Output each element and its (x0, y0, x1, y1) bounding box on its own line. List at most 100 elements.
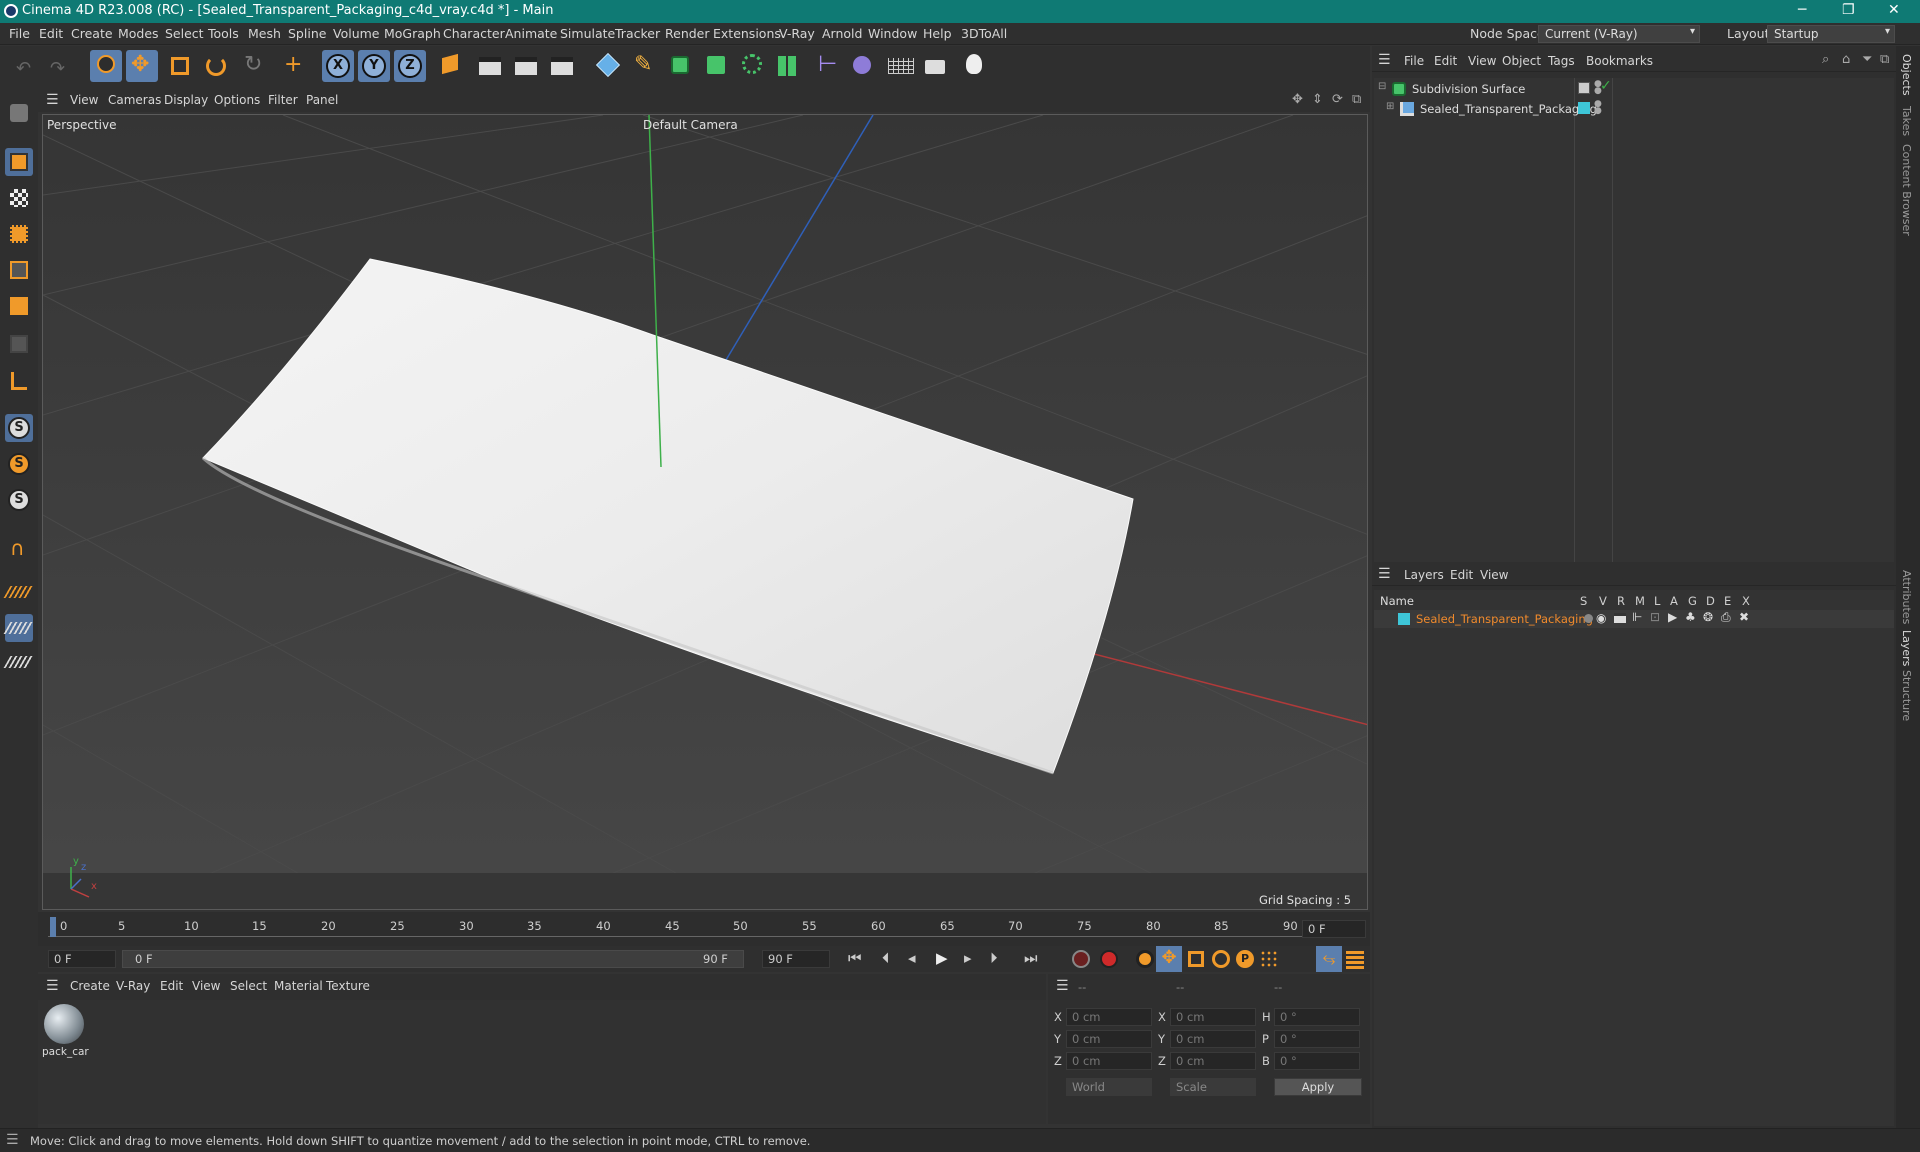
layer-row[interactable]: Sealed_Transparent_Packaging ◉ ⊩ ⊡ ▶ ♣ ❂… (1374, 610, 1894, 628)
timeline-icon[interactable] (1346, 949, 1364, 969)
menu-extensions[interactable]: Extensions (713, 26, 781, 41)
menu-mesh[interactable]: Mesh (248, 26, 281, 41)
coordinates-hamburger-icon[interactable]: ☰ (1056, 978, 1069, 994)
objects-menu-bookmarks[interactable]: Bookmarks (1586, 54, 1653, 68)
viewport-menu-view[interactable]: View (70, 93, 98, 107)
objects-hamburger-icon[interactable]: ☰ (1378, 52, 1391, 68)
layer-deformers-icon[interactable]: ❂ (1703, 610, 1713, 624)
y-axis-lock-button[interactable]: Y (358, 50, 390, 82)
enabled-check-icon[interactable]: ✓ (1600, 78, 1612, 94)
cube-button[interactable] (592, 50, 624, 82)
pos-x-field[interactable]: 0 cm (1066, 1008, 1152, 1026)
model-mode-button[interactable] (5, 148, 33, 176)
key-position-icon[interactable]: ✥ (1156, 946, 1182, 972)
close-button[interactable]: ✕ (1888, 2, 1900, 18)
make-editable-button[interactable] (5, 100, 33, 128)
status-hamburger-icon[interactable]: ☰ (6, 1132, 19, 1148)
polygon-mode-button[interactable] (5, 292, 33, 320)
pen-spline-button[interactable]: ✎ (628, 50, 660, 82)
tab-layers[interactable]: Layers (1900, 630, 1913, 666)
new-window-icon[interactable]: ⧉ (1880, 52, 1889, 67)
menu-vray[interactable]: V-Ray (779, 26, 815, 41)
layer-lock-icon[interactable]: ⊡ (1650, 610, 1660, 624)
layer-solo-icon[interactable] (1584, 614, 1593, 623)
menu-help[interactable]: Help (923, 26, 952, 41)
layer-expressions-icon[interactable]: ⎙ (1721, 610, 1731, 625)
end-frame-field[interactable]: 90 F (762, 950, 830, 968)
viewport-menu-options[interactable]: Options (214, 93, 260, 107)
object-row-subdivision-surface[interactable]: ⊟ Subdivision Surface (1378, 80, 1574, 98)
light-button[interactable] (958, 50, 990, 82)
scale-tool-button[interactable] (164, 50, 196, 82)
menu-edit[interactable]: Edit (39, 26, 63, 41)
z-axis-lock-button[interactable]: Z (394, 50, 426, 82)
x-axis-lock-button[interactable]: X (322, 50, 354, 82)
next-key-icon[interactable]: ⏵ (990, 949, 998, 967)
recent-tools-button[interactable]: ↻ (238, 50, 270, 82)
menu-spline[interactable]: Spline (288, 26, 326, 41)
layers-menu-layers[interactable]: Layers (1404, 568, 1444, 582)
motion-icon[interactable]: ⥃ (1316, 946, 1342, 972)
texture-mode-button[interactable] (5, 184, 33, 212)
key-points-icon[interactable] (1260, 950, 1278, 968)
tab-attributes[interactable]: Attributes (1900, 570, 1913, 624)
layer-visible-eye-icon[interactable]: ◉ (1596, 611, 1606, 625)
rot-p-field[interactable]: 0 ° (1274, 1030, 1360, 1048)
layers-hamburger-icon[interactable]: ☰ (1378, 566, 1391, 582)
viewport-menu-display[interactable]: Display (164, 93, 208, 107)
layer-manager-icon[interactable]: ⊩ (1632, 610, 1642, 624)
key-rotation-icon[interactable] (1212, 950, 1230, 968)
redo-button[interactable]: ↷ (44, 50, 76, 82)
objects-menu-edit[interactable]: Edit (1434, 54, 1457, 68)
start-frame-field[interactable]: 0 F (48, 950, 116, 968)
size-z-field[interactable]: 0 cm (1170, 1052, 1256, 1070)
axis-mode-button[interactable]: + (278, 50, 310, 82)
grid-button[interactable] (3, 614, 35, 642)
select-tool-button[interactable] (90, 50, 122, 82)
objects-menu-tags[interactable]: Tags (1548, 54, 1575, 68)
go-to-start-icon[interactable]: ⏮ (848, 949, 862, 967)
snap-button[interactable]: S (5, 414, 33, 442)
coordinate-mode-select[interactable]: World (1066, 1078, 1152, 1096)
deformer-button[interactable]: ⊢ (810, 50, 842, 82)
material-menu-vray[interactable]: V-Ray (116, 979, 150, 993)
rot-b-field[interactable]: 0 ° (1274, 1052, 1360, 1070)
layer-xref-icon[interactable]: ✖ (1739, 610, 1749, 624)
soft-selection-button[interactable]: S (5, 486, 33, 514)
key-scale-icon[interactable] (1188, 951, 1204, 967)
minimize-button[interactable]: ─ (1798, 2, 1806, 18)
layers-menu-view[interactable]: View (1480, 568, 1508, 582)
material-menu-select[interactable]: Select (230, 979, 267, 993)
menu-modes[interactable]: Modes (118, 26, 159, 41)
menu-file[interactable]: File (9, 26, 30, 41)
menu-simulate[interactable]: Simulate (560, 26, 615, 41)
menu-animate[interactable]: Animate (505, 26, 557, 41)
edge-mode-button[interactable] (5, 256, 33, 284)
pos-y-field[interactable]: 0 cm (1066, 1030, 1152, 1048)
apply-button[interactable]: Apply (1274, 1078, 1362, 1096)
timeline-ruler[interactable]: 0 5 10 15 20 25 30 35 40 45 50 55 60 65 … (38, 912, 1370, 946)
rot-h-field[interactable]: 0 ° (1274, 1008, 1360, 1026)
magnet-button[interactable]: ∩ (5, 534, 33, 562)
objects-menu-object[interactable]: Object (1502, 54, 1541, 68)
mograph-button[interactable] (772, 50, 804, 82)
toggle-view-icon[interactable]: ⧉ (1352, 92, 1361, 107)
menu-create[interactable]: Create (71, 26, 113, 41)
viewport-menu-panel[interactable]: Panel (306, 93, 338, 107)
render-picture-viewer-button[interactable] (510, 50, 542, 82)
frame-range-slider[interactable]: 0 F 90 F (122, 950, 744, 968)
menu-tracker[interactable]: Tracker (615, 26, 660, 41)
menu-select[interactable]: Select (165, 26, 204, 41)
record-disabled-icon[interactable] (1072, 950, 1090, 968)
viewport-menu-cameras[interactable]: Cameras (108, 93, 161, 107)
subdivision-button[interactable] (664, 50, 696, 82)
menu-arnold[interactable]: Arnold (822, 26, 862, 41)
viewport-perspective[interactable]: Perspective Default Camera Grid Spacing … (42, 114, 1368, 910)
object-row-sealed-packaging[interactable]: ⊞ Sealed_Transparent_Packaging (1378, 100, 1597, 118)
tab-objects[interactable]: Objects (1900, 54, 1913, 96)
zoom-view-icon[interactable]: ⇕ (1312, 92, 1323, 107)
render-view-button[interactable] (474, 50, 506, 82)
tab-content-browser[interactable]: Content Browser (1900, 144, 1913, 236)
rotate-view-icon[interactable]: ⟳ (1332, 92, 1343, 107)
pos-z-field[interactable]: 0 cm (1066, 1052, 1152, 1070)
